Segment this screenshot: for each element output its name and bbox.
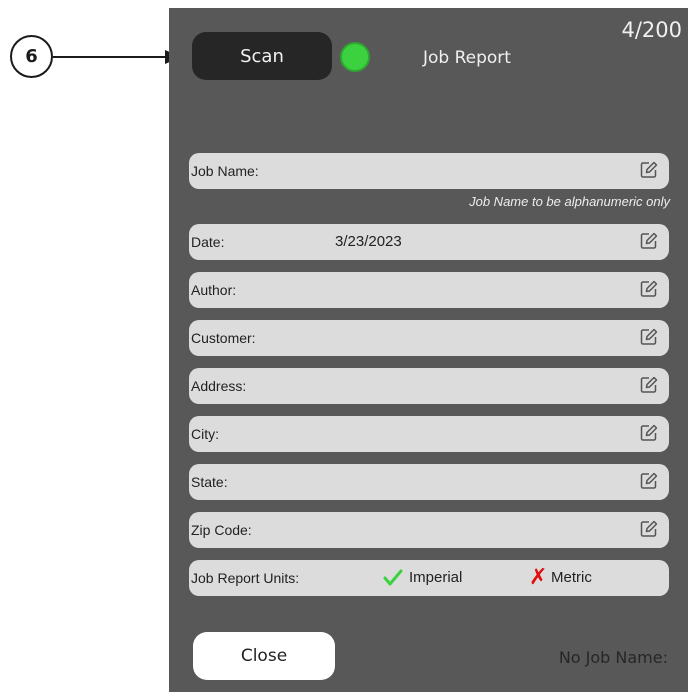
- job-counter: 4/200: [621, 18, 682, 42]
- edit-icon[interactable]: [639, 519, 659, 539]
- job-name-hint: Job Name to be alphanumeric only: [469, 194, 670, 209]
- scan-button[interactable]: Scan: [192, 32, 332, 80]
- state-field[interactable]: State:: [189, 464, 669, 500]
- edit-icon[interactable]: [639, 160, 659, 180]
- customer-field[interactable]: Customer:: [189, 320, 669, 356]
- units-row: Job Report Units: Imperial ✗ Metric: [189, 560, 669, 596]
- close-button[interactable]: Close: [193, 632, 335, 680]
- author-field[interactable]: Author:: [189, 272, 669, 308]
- edit-icon[interactable]: [639, 471, 659, 491]
- field-label: Customer:: [191, 330, 256, 346]
- zip-code-field[interactable]: Zip Code:: [189, 512, 669, 548]
- metric-option[interactable]: Metric: [551, 560, 592, 596]
- field-label: Zip Code:: [191, 522, 252, 538]
- units-label: Job Report Units:: [191, 570, 300, 586]
- job-name-field[interactable]: Job Name:: [189, 153, 669, 189]
- green-checkmark-icon[interactable]: [383, 568, 403, 588]
- edit-icon[interactable]: [639, 423, 659, 443]
- red-x-icon[interactable]: ✗: [529, 566, 547, 590]
- field-label: Author:: [191, 282, 237, 298]
- field-label: Job Name:: [191, 163, 259, 179]
- field-label: State:: [191, 474, 228, 490]
- callout-badge: 6: [10, 35, 53, 78]
- status-indicator-icon: [340, 42, 370, 72]
- job-report-screen: Scan Job Report 4/200 Job Name: Job Name…: [169, 8, 688, 692]
- address-field[interactable]: Address:: [189, 368, 669, 404]
- edit-icon[interactable]: [639, 375, 659, 395]
- city-field[interactable]: City:: [189, 416, 669, 452]
- callout-arrow: [53, 50, 181, 64]
- edit-icon[interactable]: [639, 279, 659, 299]
- field-label: Date:: [191, 234, 225, 250]
- field-label: Address:: [191, 378, 247, 394]
- job-name-status: No Job Name:: [558, 648, 668, 667]
- edit-icon[interactable]: [639, 327, 659, 347]
- field-value: 3/23/2023: [335, 233, 402, 250]
- imperial-option[interactable]: Imperial: [409, 560, 462, 596]
- screen-title: Job Report: [423, 48, 511, 68]
- field-label: City:: [191, 426, 219, 442]
- edit-icon[interactable]: [639, 231, 659, 251]
- date-field[interactable]: Date: 3/23/2023: [189, 224, 669, 260]
